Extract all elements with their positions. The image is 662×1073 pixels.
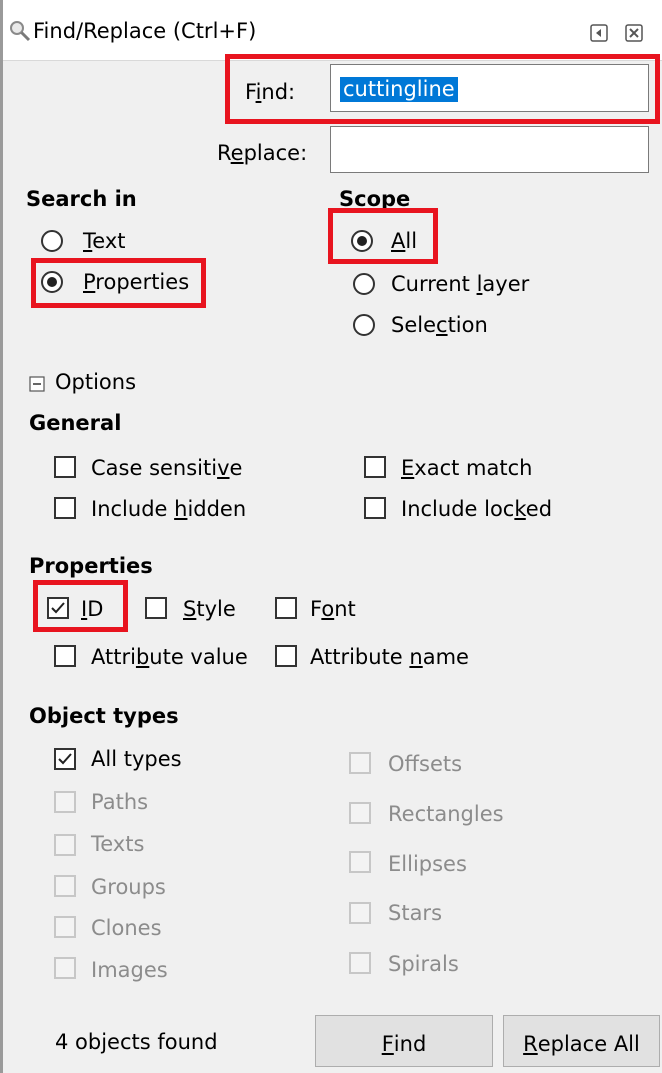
all-types-checkbox[interactable] xyxy=(54,748,76,770)
include-hidden-checkbox[interactable] xyxy=(54,497,76,519)
search-properties-radio[interactable] xyxy=(41,271,63,293)
all-types-label: All types xyxy=(91,747,182,771)
attribute-value-label: Attribute value xyxy=(91,645,248,669)
include-locked-label: Include locked xyxy=(401,497,553,521)
paths-label: Paths xyxy=(91,790,149,814)
ellipses-checkbox[interactable] xyxy=(349,851,371,873)
rectangles-checkbox[interactable] xyxy=(349,802,371,824)
scope-heading: Scope xyxy=(339,187,411,211)
font-checkbox[interactable] xyxy=(275,597,297,619)
images-label: Images xyxy=(91,958,168,982)
scope-current-layer-radio[interactable] xyxy=(353,273,375,295)
status-text: 4 objects found xyxy=(55,1030,218,1054)
window-title: Find/Replace (Ctrl+F) xyxy=(33,19,257,43)
scope-all-highlight-box xyxy=(328,208,438,264)
case-sensitive-checkbox[interactable] xyxy=(54,456,76,478)
stars-checkbox[interactable] xyxy=(349,902,371,924)
images-checkbox[interactable] xyxy=(54,957,76,979)
offsets-label: Offsets xyxy=(388,752,463,776)
exact-match-label: Exact match xyxy=(401,456,533,480)
id-checkbox[interactable] xyxy=(47,597,69,619)
scope-all-label: All xyxy=(391,229,418,253)
clones-checkbox[interactable] xyxy=(54,916,76,938)
style-checkbox[interactable] xyxy=(145,597,167,619)
replace-all-button-label: Replace All xyxy=(523,1032,640,1056)
scope-all-radio[interactable] xyxy=(351,230,373,252)
search-text-label: Text xyxy=(83,229,126,253)
search-properties-label: Properties xyxy=(83,270,190,294)
minus-square-icon[interactable] xyxy=(29,373,45,397)
exact-match-checkbox[interactable] xyxy=(364,456,386,478)
replace-input[interactable] xyxy=(330,126,649,173)
panel-dock-icon[interactable] xyxy=(590,23,608,47)
object-types-heading: Object types xyxy=(29,704,179,728)
find-input-value: cuttingline xyxy=(340,77,458,102)
clones-label: Clones xyxy=(91,916,162,940)
include-locked-checkbox[interactable] xyxy=(364,497,386,519)
find-replace-panel: Find/Replace (Ctrl+F) Find: cuttingline … xyxy=(0,0,662,1073)
attribute-name-checkbox[interactable] xyxy=(275,645,297,667)
checkmark-icon xyxy=(58,753,72,765)
stars-label: Stars xyxy=(388,901,443,925)
texts-label: Texts xyxy=(91,832,145,856)
ellipses-label: Ellipses xyxy=(388,852,467,876)
include-hidden-label: Include hidden xyxy=(91,497,247,521)
paths-checkbox[interactable] xyxy=(54,791,76,813)
rectangles-label: Rectangles xyxy=(388,802,504,826)
options-label[interactable]: Options xyxy=(55,372,136,393)
font-label: Font xyxy=(310,597,356,621)
scope-current-layer-label: Current layer xyxy=(391,272,530,296)
find-button-label: Find xyxy=(381,1032,427,1056)
scope-selection-radio[interactable] xyxy=(353,314,375,336)
replace-all-button[interactable]: Replace All xyxy=(503,1015,660,1067)
groups-label: Groups xyxy=(91,875,166,899)
spirals-label: Spirals xyxy=(388,952,459,976)
properties-heading: Properties xyxy=(29,554,153,578)
magnifier-icon xyxy=(9,20,31,47)
id-label: ID xyxy=(81,597,104,621)
find-input[interactable]: cuttingline xyxy=(330,64,649,112)
spirals-checkbox[interactable] xyxy=(349,952,371,974)
search-in-heading: Search in xyxy=(26,187,137,211)
title-bar: Find/Replace (Ctrl+F) xyxy=(3,0,662,61)
close-icon[interactable] xyxy=(625,23,643,47)
checkmark-icon xyxy=(51,602,65,614)
case-sensitive-label: Case sensitive xyxy=(91,456,243,480)
scope-selection-label: Selection xyxy=(391,313,488,337)
replace-label: Replace: xyxy=(217,141,308,165)
offsets-checkbox[interactable] xyxy=(349,752,371,774)
style-label: Style xyxy=(183,597,236,621)
texts-checkbox[interactable] xyxy=(54,834,76,856)
attribute-name-label: Attribute name xyxy=(310,645,469,669)
find-button[interactable]: Find xyxy=(315,1015,493,1067)
find-label: Find: xyxy=(245,80,296,104)
general-heading: General xyxy=(29,411,122,435)
attribute-value-checkbox[interactable] xyxy=(54,645,76,667)
search-text-radio[interactable] xyxy=(41,230,63,252)
groups-checkbox[interactable] xyxy=(54,875,76,897)
